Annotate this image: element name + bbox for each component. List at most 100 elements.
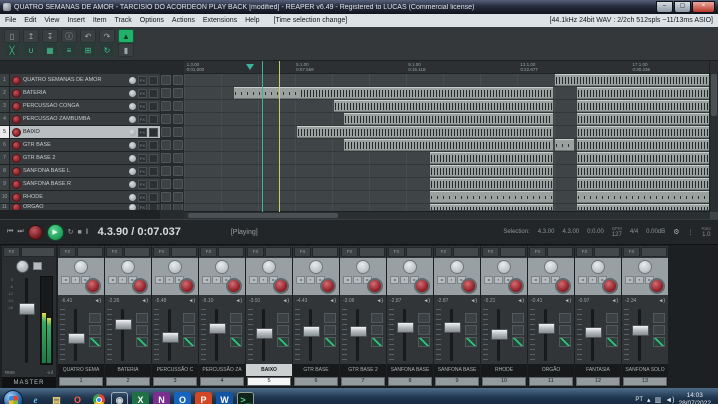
open-project-icon[interactable]: ↥ [23,29,39,43]
fx-button[interactable]: FX [138,128,147,137]
io-button[interactable] [149,102,158,111]
width-button[interactable]: ◂ [437,276,446,284]
speaker-icon[interactable]: ◄) [611,298,618,304]
ie-icon[interactable]: e [27,392,44,404]
io-button[interactable] [149,115,158,124]
arrange-view[interactable]: 1.3.000:01.0005.1.000:07.5599.1.000:15.1… [184,61,718,219]
selection-start[interactable]: 4.3.00 [538,229,555,235]
audio-item[interactable] [344,113,553,125]
record-arm-icon[interactable] [12,167,21,176]
fx-button[interactable]: FX [482,247,499,257]
transport-menu-icon[interactable]: ⋮ [687,229,693,236]
fx-button[interactable]: FX [200,247,217,257]
repeat-button[interactable]: ↻ [68,228,74,236]
track-row[interactable]: 4PERCUSSÃO ZAMBUMBAFX [0,113,160,125]
pan-knob[interactable] [403,260,417,274]
volume-fader[interactable] [632,325,649,336]
fx-button[interactable]: FX [138,154,147,163]
record-arm-button[interactable] [273,278,289,294]
reaper-icon[interactable]: ◉ [111,392,128,404]
fx-button[interactable]: FX [623,247,640,257]
network-icon[interactable]: ▥ [655,396,662,404]
mute-button[interactable] [161,192,171,202]
audio-item[interactable] [430,204,554,210]
pan-knob[interactable] [129,168,136,175]
width-button[interactable]: ▪ [212,276,221,284]
record-arm-button[interactable] [367,278,383,294]
track-row[interactable]: 1QUATRO SEMANAS DE AMORFX [0,74,160,86]
envelope-button[interactable] [277,337,289,347]
fx-button[interactable]: FX [138,115,147,124]
mixer-strip[interactable]: FX◂▪▸-3.91◄)BAIXO5 [246,246,292,388]
outlook-icon[interactable]: O [174,392,191,404]
fx-slot[interactable] [218,247,244,257]
solo-button[interactable] [173,114,183,124]
fx-button[interactable]: FX [106,247,123,257]
fx-button[interactable]: FX [138,89,147,98]
phase-button[interactable] [512,325,524,335]
solo-button[interactable] [173,75,183,85]
io-button[interactable] [277,313,289,323]
fx-slot[interactable] [547,247,573,257]
ripple-edit-icon[interactable]: ≡ [61,43,77,57]
width-button[interactable]: ▪ [541,276,550,284]
fx-slot[interactable] [594,247,620,257]
mute-button[interactable] [161,140,171,150]
taskbar-clock[interactable]: 14:03 28/07/2022 [678,392,715,404]
word-icon[interactable]: W [216,392,233,404]
solo-button[interactable] [173,204,183,210]
timeline-ruler[interactable]: 1.3.000:01.0005.1.000:07.5599.1.000:15.1… [184,61,718,74]
channel-number[interactable]: 3 [153,377,197,386]
record-arm-button[interactable] [508,278,524,294]
audio-item[interactable] [577,113,710,125]
width-button[interactable]: ▪ [71,276,80,284]
audio-item[interactable] [577,165,710,177]
fx-slot[interactable] [641,247,667,257]
volume-fader[interactable] [397,322,414,333]
volume-fader[interactable] [115,319,132,330]
mixer-strip[interactable]: FX◂▪▸-2.87◄)SANFONA BASE9 [434,246,480,388]
menu-file[interactable]: File [5,17,16,24]
vertical-scrollbar[interactable] [709,61,718,212]
track-header[interactable]: RHODEFX [10,191,160,203]
pan-knob[interactable] [638,260,652,274]
master-pan-knob[interactable] [16,260,29,273]
audio-item[interactable] [297,126,553,138]
phase-button[interactable] [277,325,289,335]
speaker-icon[interactable]: ◄) [423,298,430,304]
fx-button[interactable]: FX [341,247,358,257]
menu-actions[interactable]: Actions [172,17,195,24]
volume-fader[interactable] [68,333,85,344]
envelope-button[interactable] [230,337,242,347]
record-arm-button[interactable] [602,278,618,294]
mixer-strip[interactable]: FX◂▪▸-2.87◄)SANFONA BASE8 [387,246,433,388]
fx-button[interactable]: FX [576,247,593,257]
io-button[interactable] [136,313,148,323]
pan-knob[interactable] [129,116,136,123]
fx-button[interactable]: FX [138,102,147,111]
pan-knob[interactable] [129,103,136,110]
speaker-icon[interactable]: ◄) [94,298,101,304]
volume-fader[interactable] [256,328,273,339]
pan-knob[interactable] [129,181,136,188]
record-arm-icon[interactable] [12,141,21,150]
solo-button[interactable] [173,101,183,111]
fx-slot[interactable] [406,247,432,257]
speaker-icon[interactable]: ◄) [188,298,195,304]
audio-item[interactable] [577,126,710,138]
mixer-strip[interactable]: FX◂▪▸-5.48◄)PERCUSSÃO C3 [152,246,198,388]
solo-button[interactable] [173,153,183,163]
io-button[interactable] [183,313,195,323]
channel-number[interactable]: 13 [623,377,667,386]
io-button[interactable] [89,313,101,323]
gear-icon[interactable]: ⚙ [673,228,679,236]
width-button[interactable]: ◂ [625,276,634,284]
pan-knob[interactable] [168,260,182,274]
redo-icon[interactable]: ↷ [99,29,115,43]
track-header[interactable]: PERCUSSÃO ZAMBUMBAFX [10,113,160,125]
mute-button[interactable] [161,204,171,210]
pan-knob[interactable] [262,260,276,274]
mixer-strip[interactable]: FX◂▪▸-3.06◄)GTR BASE 27 [340,246,386,388]
pan-knob[interactable] [129,204,136,210]
phase-button[interactable] [324,325,336,335]
